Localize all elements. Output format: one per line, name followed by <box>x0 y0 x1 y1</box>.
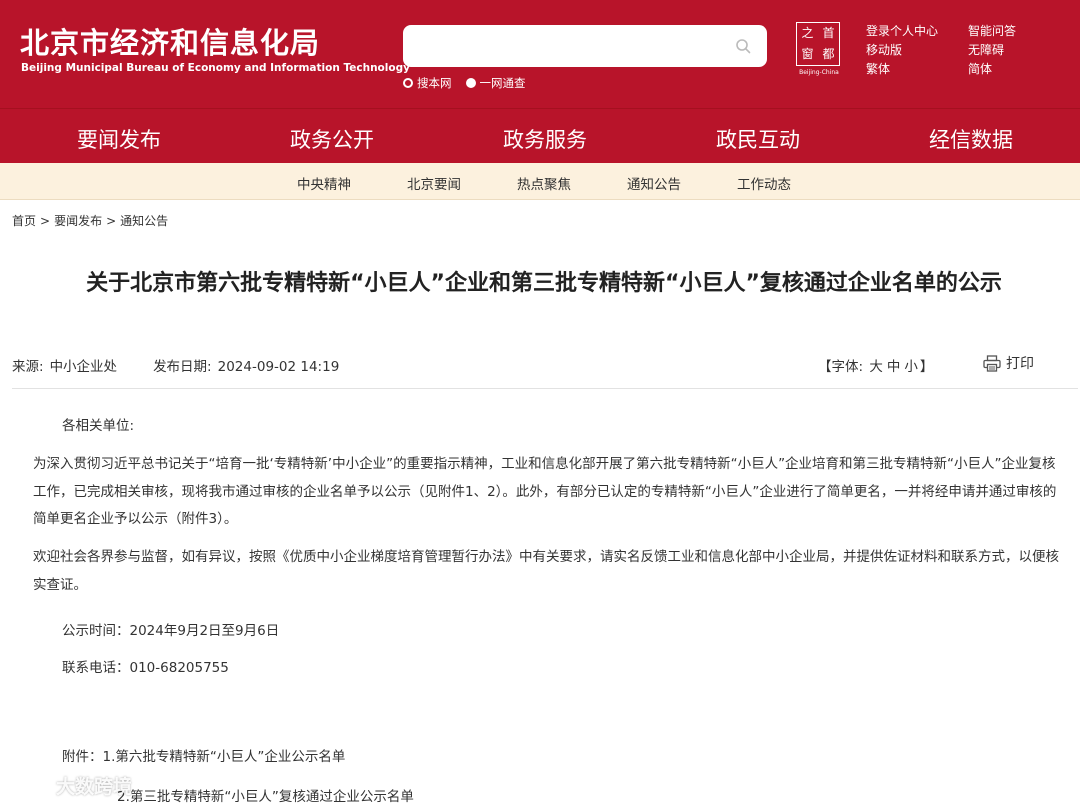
meta-divider <box>12 388 1078 389</box>
search-input[interactable] <box>415 33 725 59</box>
watermark-text: 大数跨境 <box>56 776 133 798</box>
source-value: 中小企业处 <box>49 359 118 375</box>
search-scope-all-label: 一网通查 <box>479 76 526 90</box>
contact-phone: 联系电话：010-68205755 <box>62 660 229 676</box>
print-button[interactable]: 打印 <box>983 353 1034 373</box>
traditional-chinese-link[interactable]: 繁体 <box>866 61 968 77</box>
article-title: 关于北京市第六批专精特新“小巨人”企业和第三批专精特新“小巨人”复核通过企业名单… <box>86 271 1002 296</box>
font-size-control: 【字体: 大中小】 <box>818 355 933 375</box>
notice-period: 公示时间：2024年9月2日至9月6日 <box>62 623 280 639</box>
body-paragraph-text: 欢迎社会各界参与监督，如有异议，按照《优质中小企业梯度培育管理暂行办法》中有关要… <box>33 549 1059 593</box>
capital-logo-subtitle: Beijing-China <box>799 69 839 76</box>
date-value: 2024-09-02 14:19 <box>217 359 340 375</box>
smart-qa-link[interactable]: 智能问答 <box>968 23 1048 39</box>
article-meta: 来源: 中小企业处 发布日期: 2024-09-02 14:19 <box>12 355 345 375</box>
breadcrumb-separator: > <box>106 214 117 228</box>
site-logo-subtitle: Beijing Municipal Bureau of Economy and … <box>21 62 410 74</box>
body-paragraph-text: 为深入贯彻习近平总书记关于“培育一批‘专精特新’中小企业”的重要指示精神，工业和… <box>33 456 1057 527</box>
capital-logo-char: 都 <box>822 47 835 61</box>
body-paragraph-2: 欢迎社会各界参与监督，如有异议，按照《优质中小企业梯度培育管理暂行办法》中有关要… <box>33 544 1063 599</box>
login-link[interactable]: 登录个人中心 <box>866 23 968 39</box>
search-scope-options: 搜本网 一网通查 <box>403 75 526 91</box>
sub-nav-notices[interactable]: 通知公告 <box>627 173 681 193</box>
printer-icon <box>983 354 1001 372</box>
attachment-2[interactable]: 2.第三批专精特新“小巨人”复核通过企业公示名单 <box>117 784 1080 808</box>
sub-nav-central[interactable]: 中央精神 <box>297 173 351 193</box>
font-size-medium[interactable]: 中 <box>887 359 901 375</box>
nav-item-gov-affairs[interactable]: 政务公开 <box>290 124 374 154</box>
font-size-large[interactable]: 大 <box>869 359 883 375</box>
nav-item-data[interactable]: 经信数据 <box>929 124 1013 154</box>
search-icon[interactable] <box>735 38 751 54</box>
quick-links: 登录个人中心 智能问答 移动版 无障碍 繁体 简体 <box>866 23 1048 77</box>
sub-nav-beijing-news[interactable]: 北京要闻 <box>407 173 461 193</box>
font-size-close: 】 <box>919 359 934 375</box>
body-paragraph-1: 为深入贯彻习近平总书记关于“培育一批‘专精特新’中小企业”的重要指示精神，工业和… <box>33 451 1063 534</box>
date-label: 发布日期: <box>153 359 212 375</box>
radio-unchecked-icon <box>403 78 413 88</box>
watermark-logo-icon <box>6 775 49 795</box>
capital-window-emblem: 之 首 窗 都 <box>796 22 840 66</box>
font-size-small[interactable]: 小 <box>904 359 918 375</box>
salutation: 各相关单位: <box>62 418 135 434</box>
search-box <box>403 25 767 67</box>
capital-logo-char: 首 <box>822 26 835 40</box>
breadcrumb-news[interactable]: 要闻发布 <box>54 214 102 228</box>
capital-logo-char: 之 <box>801 26 814 40</box>
mobile-version-link[interactable]: 移动版 <box>866 42 968 58</box>
breadcrumb-notices[interactable]: 通知公告 <box>120 214 168 228</box>
capital-logo-char: 窗 <box>801 47 814 61</box>
sub-nav-work-updates[interactable]: 工作动态 <box>737 173 791 193</box>
search-scope-site[interactable]: 搜本网 <box>403 75 452 91</box>
sub-nav: 中央精神 北京要闻 热点聚焦 通知公告 工作动态 <box>0 163 1080 200</box>
attachment-1[interactable]: 附件：1.第六批专精特新“小巨人”企业公示名单 <box>62 744 1080 772</box>
radio-checked-icon <box>465 78 476 88</box>
site-header: 北京市经济和信息化局 Beijing Municipal Bureau of E… <box>0 0 1080 108</box>
nav-item-interaction[interactable]: 政民互动 <box>716 124 800 154</box>
breadcrumb: 首页 > 要闻发布 > 通知公告 <box>12 212 168 229</box>
capital-window-logo[interactable]: 之 首 窗 都 Beijing-China <box>796 22 842 78</box>
search-scope-site-label: 搜本网 <box>417 76 452 90</box>
accessibility-link[interactable]: 无障碍 <box>968 42 1048 58</box>
simplified-chinese-link[interactable]: 简体 <box>968 61 1048 77</box>
search-scope-all[interactable]: 一网通查 <box>465 75 526 91</box>
print-label: 打印 <box>1006 356 1034 372</box>
nav-item-services[interactable]: 政务服务 <box>503 124 587 154</box>
font-size-label: 【字体: <box>818 359 864 375</box>
site-logo-title[interactable]: 北京市经济和信息化局 <box>20 20 320 62</box>
breadcrumb-separator: > <box>40 214 51 228</box>
breadcrumb-home[interactable]: 首页 <box>12 214 36 228</box>
source-label: 来源: <box>12 359 44 375</box>
sub-nav-hot-topics[interactable]: 热点聚焦 <box>517 173 571 193</box>
nav-item-news[interactable]: 要闻发布 <box>77 124 161 168</box>
main-nav: 要闻发布 政务公开 政务服务 政民互动 经信数据 <box>0 108 1080 168</box>
watermark: 大数跨境 <box>6 772 132 799</box>
